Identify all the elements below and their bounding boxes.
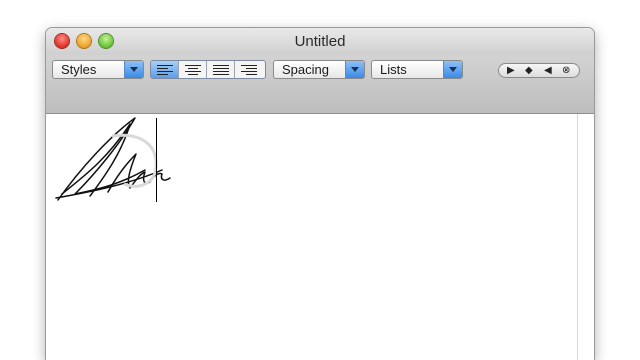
window-title: Untitled	[294, 33, 346, 50]
text-cursor	[156, 118, 157, 202]
chevron-down-icon	[443, 61, 462, 78]
format-toolbar: Styles Spacing Lists ▶ ◆ ◀ ⊗	[46, 55, 594, 140]
spacing-popup[interactable]: Spacing	[273, 60, 365, 79]
back-icon[interactable]: ◀	[544, 66, 552, 76]
chevron-down-icon	[345, 61, 364, 78]
text-editor-window: Untitled Styles Spacing Lists ▶ ◆ ◀ ⊗	[46, 28, 594, 360]
page-margin-line	[577, 114, 578, 360]
styles-popup[interactable]: Styles	[52, 60, 144, 79]
align-left-button[interactable]	[151, 61, 179, 78]
spacing-popup-label: Spacing	[282, 62, 329, 77]
lists-popup-label: Lists	[380, 62, 407, 77]
align-center-button[interactable]	[179, 61, 207, 78]
stop-icon[interactable]: ⊗	[562, 66, 570, 76]
media-controls: ▶ ◆ ◀ ⊗	[498, 63, 580, 78]
signature-image	[55, 117, 171, 201]
document-text-area[interactable]	[46, 114, 594, 360]
play-icon[interactable]: ▶	[507, 66, 515, 76]
diamond-icon[interactable]: ◆	[525, 66, 533, 76]
styles-popup-label: Styles	[61, 62, 97, 77]
lists-popup[interactable]: Lists	[371, 60, 463, 79]
align-justify-button[interactable]	[207, 61, 235, 78]
align-right-button[interactable]	[235, 61, 265, 78]
chevron-down-icon	[124, 61, 143, 78]
title-bar[interactable]: Untitled	[46, 28, 594, 55]
alignment-segmented-control	[150, 60, 266, 79]
